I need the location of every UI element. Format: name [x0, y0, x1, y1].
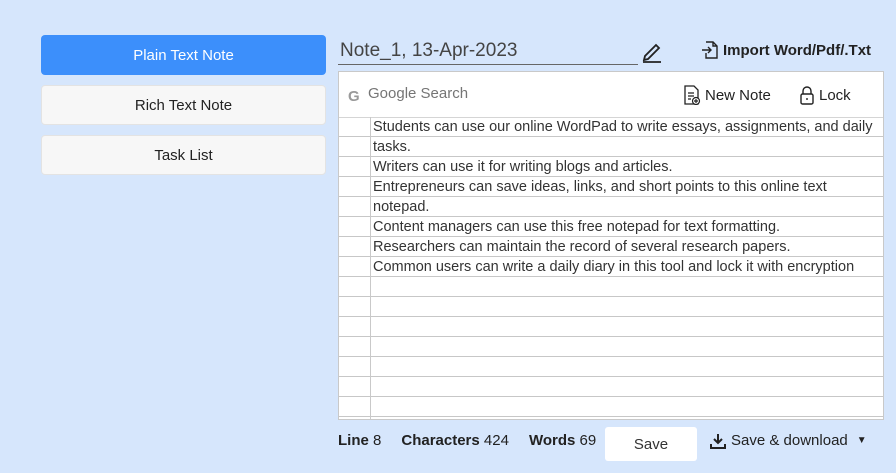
- plain-text-note-button[interactable]: Plain Text Note: [41, 35, 326, 75]
- note-line: Entrepreneurs can save ideas, links, and…: [373, 179, 827, 215]
- save-download-label: Save & download: [731, 432, 848, 449]
- search-input[interactable]: [368, 85, 568, 102]
- pencil-icon[interactable]: [640, 42, 664, 64]
- chevron-down-icon[interactable]: ▼: [857, 435, 867, 446]
- download-icon: [710, 433, 726, 449]
- status-bar: Line 8 Characters 424 Words 69: [338, 432, 596, 449]
- save-button[interactable]: Save: [605, 427, 697, 461]
- note-line: Researchers can maintain the record of s…: [373, 239, 791, 255]
- save-download-button[interactable]: Save & download ▼: [710, 432, 867, 449]
- note-text-area[interactable]: Students can use our online WordPad to w…: [371, 117, 883, 419]
- note-body[interactable]: Students can use our online WordPad to w…: [339, 117, 883, 419]
- word-count: Words 69: [528, 432, 597, 449]
- task-list-button[interactable]: Task List: [41, 135, 326, 175]
- rich-text-note-button[interactable]: Rich Text Note: [41, 85, 326, 125]
- note-title[interactable]: Note_1, 13-Apr-2023: [338, 40, 517, 61]
- note-title-field[interactable]: Note_1, 13-Apr-2023: [338, 38, 638, 65]
- google-icon: G: [348, 88, 360, 105]
- lock-icon: [800, 86, 814, 105]
- editor-toolbar: G New Note Lock: [339, 72, 883, 118]
- note-line: Common users can write a daily diary in …: [373, 259, 855, 275]
- character-count: Characters 424: [401, 432, 509, 449]
- note-line: Writers can use it for writing blogs and…: [373, 159, 673, 175]
- note-line: Content managers can use this free notep…: [373, 219, 781, 235]
- new-note-label: New Note: [705, 86, 771, 104]
- lock-button[interactable]: Lock: [799, 85, 851, 105]
- line-count: Line 8: [338, 432, 382, 449]
- line-gutter: [339, 117, 371, 419]
- import-file-icon: [702, 41, 718, 59]
- new-note-button[interactable]: New Note: [683, 85, 771, 105]
- new-note-icon: [684, 85, 701, 105]
- lock-label: Lock: [819, 86, 851, 104]
- import-label: Import Word/Pdf/.Txt: [723, 41, 872, 59]
- note-editor: G New Note Lock Students can use our onl…: [338, 71, 884, 420]
- note-line: Students can use our online WordPad to w…: [373, 119, 873, 155]
- import-button[interactable]: Import Word/Pdf/.Txt: [701, 41, 871, 59]
